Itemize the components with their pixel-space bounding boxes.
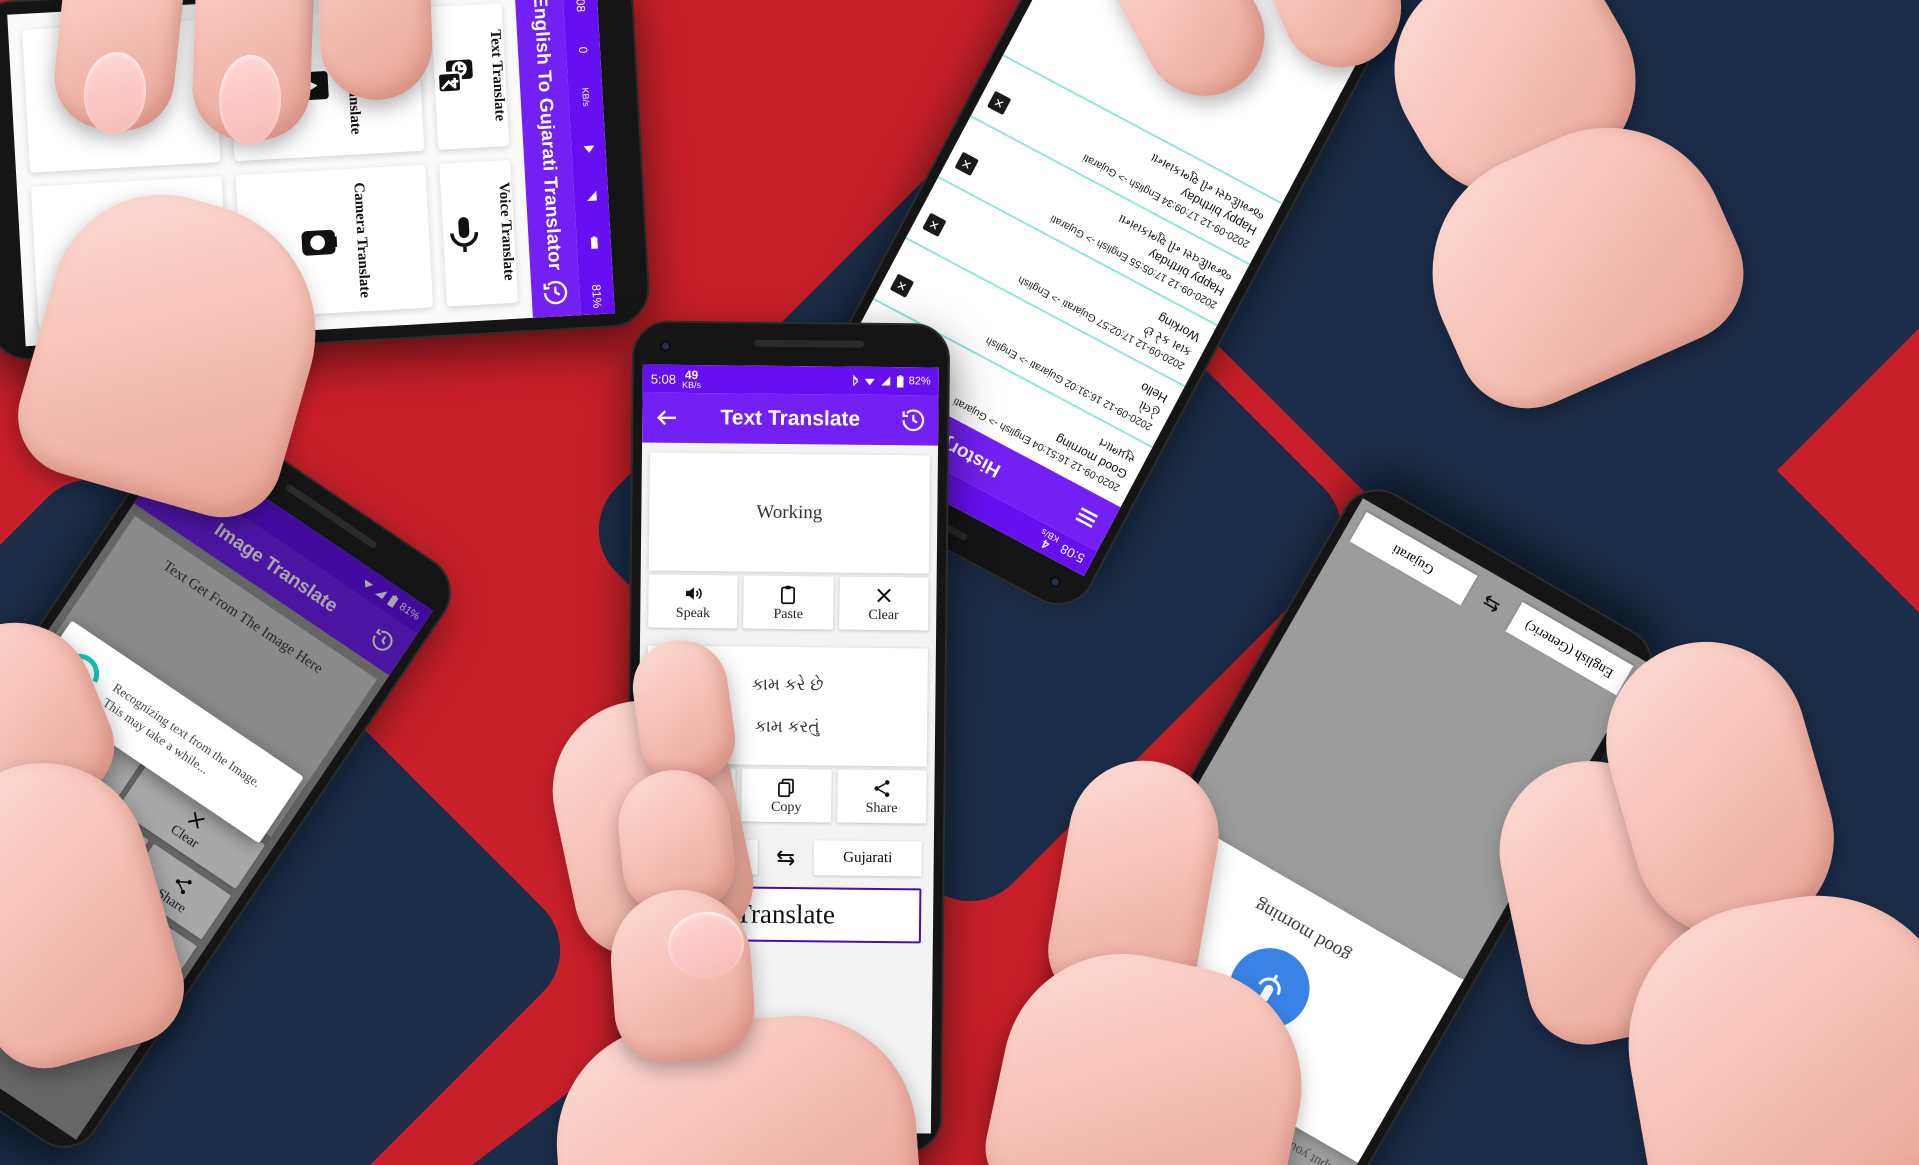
status-time: 5:08 — [1057, 541, 1087, 567]
front-camera — [660, 340, 672, 352]
source-text-value: Working — [756, 501, 823, 524]
front-camera — [1047, 574, 1063, 590]
wifi-icon — [582, 141, 596, 155]
copy-button[interactable]: Copy — [741, 768, 832, 823]
tile-label: Camera Translate — [350, 181, 373, 298]
speaker-icon — [650, 582, 736, 605]
speak-button[interactable]: Speak — [648, 574, 739, 629]
wifi-icon — [864, 375, 876, 387]
bluetooth-icon — [852, 374, 860, 387]
status-time: 5:08 — [572, 0, 588, 13]
tile-label: Text Translate — [486, 28, 508, 122]
share-icon — [839, 777, 925, 800]
menu-tile-text-translate[interactable]: Text Translate — [430, 3, 510, 150]
text-status-bar: 5:08 49 KB/s 82% — [642, 364, 939, 396]
paste-label: Paste — [773, 606, 804, 623]
paste-button[interactable]: Paste — [743, 575, 834, 630]
history-clock-icon[interactable] — [541, 278, 571, 308]
translated-line-1: કામ કરે છે — [751, 674, 824, 695]
history-clock-icon[interactable] — [900, 407, 926, 433]
copy-icon — [744, 776, 830, 799]
speak-label: Speak — [675, 605, 711, 622]
promo-collage: 5:08 0 KB/s 81% English To Gujarati Tran… — [0, 0, 1919, 1165]
status-network-speed: 49 KB/s — [681, 367, 702, 390]
delete-x-icon[interactable]: ✕ — [889, 273, 915, 298]
status-battery: 81% — [589, 283, 605, 309]
battery-icon — [588, 236, 600, 250]
status-time: 5:08 — [650, 371, 677, 387]
status-network-speed: 4 KB/s — [1039, 527, 1061, 553]
text-translate-title: Text Translate — [720, 406, 861, 431]
earpiece-speaker — [754, 339, 865, 348]
swap-horizontal-icon[interactable] — [766, 845, 806, 869]
target-language-label: Gujarati — [1389, 541, 1437, 578]
menu-tile-voice-translate[interactable]: Voice Translate — [439, 159, 519, 307]
delete-x-icon[interactable]: ✕ — [986, 91, 1012, 116]
share-label: Share — [865, 800, 898, 817]
hamburger-icon[interactable] — [1069, 500, 1104, 535]
tile-label: Voice Translate — [495, 182, 517, 282]
clipboard-icon — [746, 583, 832, 606]
close-icon — [841, 584, 927, 607]
source-language-label: English (Generic) — [1522, 617, 1617, 681]
share-button[interactable]: Share — [836, 769, 927, 824]
clear-button[interactable]: Clear — [838, 576, 929, 631]
menu-title: English To Gujarati Translator — [528, 0, 566, 272]
microphone-icon — [442, 212, 486, 256]
signal-icon — [880, 375, 892, 387]
status-network-speed: 0 — [575, 46, 591, 54]
back-arrow-icon[interactable] — [654, 405, 680, 431]
source-action-row: Speak Paste Clear — [640, 574, 937, 638]
swap-horizontal-icon[interactable] — [1470, 585, 1512, 622]
delete-x-icon[interactable]: ✕ — [922, 212, 947, 238]
copy-label: Copy — [770, 799, 802, 816]
clear-label: Clear — [868, 607, 899, 624]
signal-icon — [584, 189, 598, 203]
camera-icon — [297, 220, 341, 264]
text-appbar: Text Translate — [642, 392, 939, 446]
translate-button-label: Translate — [735, 898, 836, 930]
status-speed-unit: KB/s — [580, 87, 592, 108]
translated-line-2: કામ કરતું — [754, 716, 820, 737]
status-battery: 82% — [908, 375, 931, 388]
target-language-selector[interactable]: Gujarati — [813, 840, 922, 877]
target-language-label: Gujarati — [843, 849, 893, 867]
source-text-input[interactable]: Working — [648, 452, 930, 574]
text-translate-icon — [433, 55, 477, 99]
battery-icon — [896, 374, 905, 388]
delete-x-icon[interactable]: ✕ — [954, 151, 979, 177]
